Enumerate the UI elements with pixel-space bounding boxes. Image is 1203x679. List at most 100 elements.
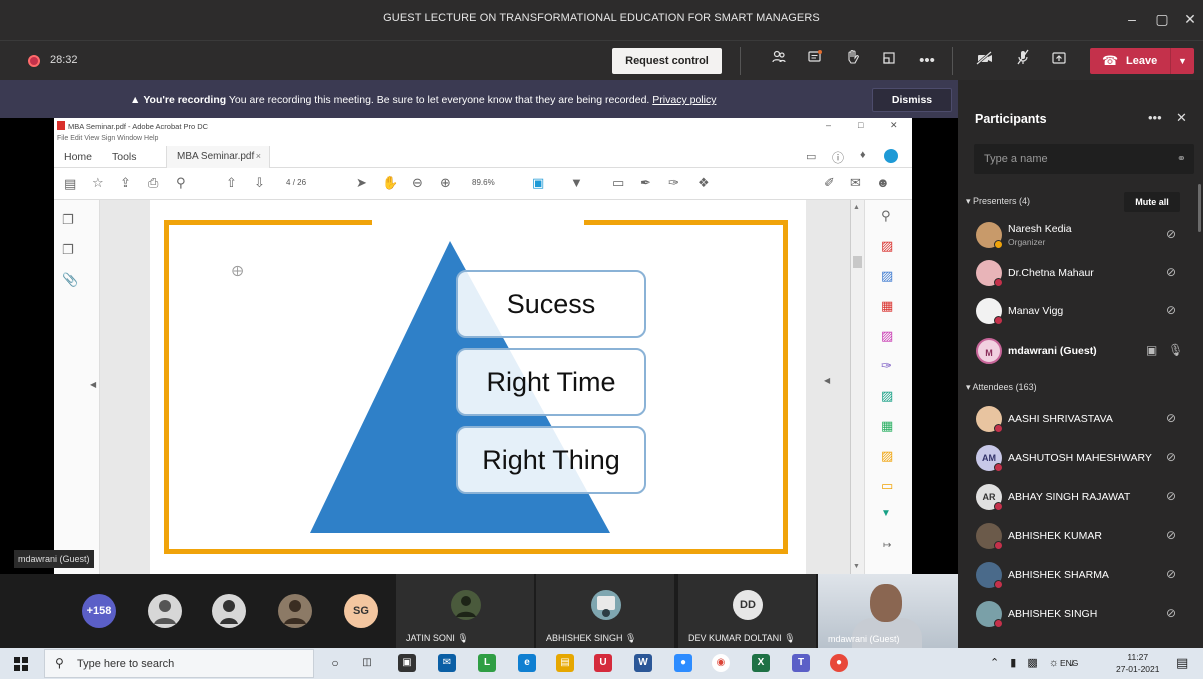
word-icon[interactable]: W [634,654,652,672]
participant-row[interactable]: Dr.Chetna Mahaur ⊘ [958,254,1203,292]
taskbar-search-input[interactable]: ⚲ Type here to search [44,649,314,678]
mail-app-icon[interactable]: ✉ [438,654,456,672]
language-indicator[interactable]: ENG [1060,658,1078,668]
gallery-avatar[interactable] [212,594,246,628]
chevron-down-icon[interactable]: ▼ [1170,48,1194,74]
gallery-avatar[interactable] [278,594,312,628]
attachments-icon[interactable]: 📎 [62,272,78,288]
notification-app-icon[interactable]: ● [830,654,848,672]
participant-row[interactable]: Manav Vigg ⊘ [958,292,1203,330]
next-page-icon[interactable]: ⇩ [254,175,265,191]
save-icon[interactable]: ▤ [64,176,76,192]
collapse-left-icon[interactable]: ◀ [90,380,96,389]
task-view-icon[interactable]: ◫ [358,654,376,672]
fit-page-icon[interactable]: ▣ [532,175,544,191]
chrome-icon[interactable]: ◉ [712,654,730,672]
more-actions-icon[interactable]: ••• [914,49,940,73]
camera-off-icon[interactable] [972,49,998,73]
zoom-level[interactable]: 89.6% [472,178,495,187]
overflow-participants-badge[interactable]: +158 [82,594,116,628]
more-tools-icon[interactable]: ▼ [881,508,891,519]
bookmark-star-icon[interactable]: ☆ [92,175,104,191]
participant-row[interactable]: ABHISHEK SHARMA ⊘ [958,556,1203,594]
combine-files-icon[interactable]: ▨ [881,268,893,284]
security-app-icon[interactable]: U [594,654,612,672]
gallery-avatar[interactable] [148,594,182,628]
privacy-policy-link[interactable]: Privacy policy [652,94,716,106]
share-user-icon[interactable]: ☻ [876,175,890,190]
file-explorer-icon[interactable]: ▤ [556,654,574,672]
notification-center-icon[interactable]: ▤ [1176,655,1188,671]
app-l-icon[interactable]: L [478,654,496,672]
participant-tile[interactable]: DD DEV KUMAR DOLTANI 🎙 [678,574,816,648]
attendees-section-header[interactable]: ▾ Attendees (163) [966,382,1037,393]
edit-pdf-icon[interactable]: ▨ [881,328,893,344]
expand-pane-icon[interactable]: ↦ [883,540,891,551]
export-pdf-icon[interactable]: ▨ [881,388,893,404]
create-pdf-icon[interactable]: ▨ [881,238,893,254]
print-icon[interactable]: ⎙ [148,175,158,191]
mic-off-icon[interactable] [1010,49,1036,73]
request-control-button[interactable]: Request control [612,48,722,74]
account-icon[interactable] [884,149,898,163]
acrobat-maximize-icon[interactable]: □ [858,120,863,130]
select-tool-icon[interactable]: ➤ [356,175,367,191]
taskbar-clock[interactable]: 11:27 27-01-2021 [1116,651,1159,675]
participant-tile[interactable]: JATIN SONI 🎙 [396,574,534,648]
excel-icon[interactable]: X [752,654,770,672]
panel-scrollbar[interactable] [1198,184,1201,232]
page-number-field[interactable]: 4 / 26 [286,178,306,187]
rooms-icon[interactable] [876,49,902,73]
organize-pages-icon[interactable]: ▦ [881,298,893,314]
participant-row[interactable]: AASHI SHRIVASTAVA ⊘ [958,400,1203,438]
mute-all-button[interactable]: Mute all [1124,192,1180,212]
search-icon[interactable]: ⚲ [176,175,186,191]
sign-icon[interactable]: ✑ [668,175,679,191]
scan-icon[interactable]: ▦ [881,418,893,434]
gallery-avatar-sg[interactable]: SG [344,594,378,628]
bell-icon[interactable]: ♦ [860,149,866,161]
document-scrollbar[interactable]: ▲ ▼ [850,200,864,574]
participant-tile[interactable]: ABHISHEK SINGH 🎙 [536,574,674,648]
share-screen-icon[interactable] [1046,49,1072,73]
acrobat-menu-bar[interactable]: File Edit View Sign Window Help [57,135,158,142]
comment-icon[interactable]: ▭ [806,150,816,163]
chat-icon[interactable] [802,49,828,73]
participant-row[interactable]: M mdawrani (Guest) ▣ 🎙 [958,332,1203,370]
hand-tool-icon[interactable]: ✋ [382,175,398,191]
store-icon[interactable]: ▣ [398,654,416,672]
participant-row[interactable]: ABHISHEK SINGH ⊘ [958,595,1203,633]
tab-tools[interactable]: Tools [112,151,137,163]
acrobat-minimize-icon[interactable]: – [826,120,831,130]
teams-icon[interactable]: T [792,654,810,672]
tab-home[interactable]: Home [64,151,92,163]
zoom-in-icon[interactable]: ⊕ [440,175,451,191]
help-icon[interactable]: ⓘ [832,149,844,166]
participant-row[interactable]: Naresh Kedia Organizer ⊘ [958,216,1203,254]
sign-pane-icon[interactable]: ✑ [881,358,892,374]
dismiss-button[interactable]: Dismiss [872,88,952,112]
zoom-app-icon[interactable]: ● [674,654,692,672]
participant-row[interactable]: ABHISHEK KUMAR ⊘ [958,517,1203,555]
bookmarks-icon[interactable]: ❐ [62,242,74,258]
participants-icon[interactable] [766,49,792,73]
raise-hand-icon[interactable] [840,49,866,73]
windows-start-icon[interactable] [14,657,28,671]
comment-pane-icon[interactable]: ▭ [881,478,893,494]
close-panel-icon[interactable]: ✕ [1176,110,1187,126]
doc-tab-close-icon[interactable]: × [256,151,261,161]
send-review-icon[interactable]: ▨ [881,448,893,464]
scroll-mode-icon[interactable]: ▼ [570,175,583,190]
share-invite-icon[interactable]: ⚭ [1177,144,1186,174]
stamp-icon[interactable]: ❖ [698,175,710,191]
self-video-tile[interactable]: mdawrani (Guest) [818,574,958,648]
zoom-pane-icon[interactable]: ⚲ [881,208,891,224]
upload-icon[interactable]: ⇪ [120,175,131,191]
minimize-icon[interactable]: – [1120,8,1144,30]
collapse-right-icon[interactable]: ◀ [824,376,830,385]
participant-search-input[interactable]: Type a name ⚭ [974,144,1194,174]
tab-document[interactable]: MBA Seminar.pdf × [166,146,270,168]
acrobat-close-icon[interactable]: ✕ [890,120,898,131]
close-window-icon[interactable]: ✕ [1178,8,1202,30]
mail-icon[interactable]: ✉ [850,175,861,191]
